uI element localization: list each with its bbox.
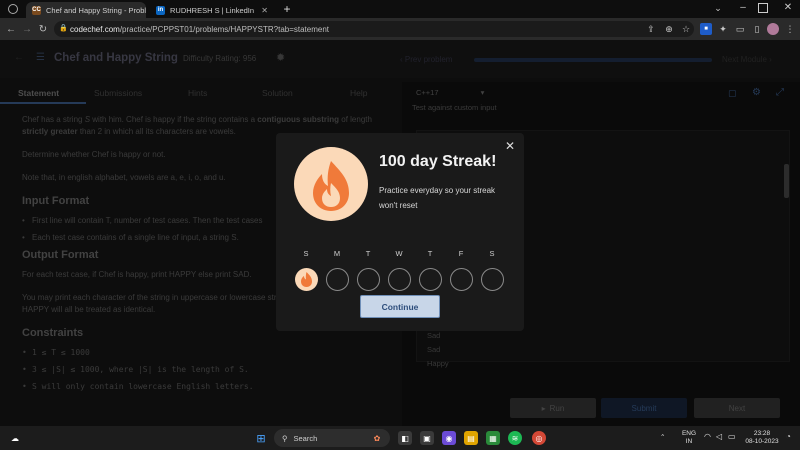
back-icon[interactable]: ←	[4, 22, 18, 36]
day-streak-circle	[481, 268, 504, 291]
flame-icon	[294, 147, 368, 221]
day-label: S	[303, 249, 309, 258]
search-icon: ⚲	[282, 433, 288, 443]
day-label: W	[395, 249, 403, 258]
tab-search-icon[interactable]	[8, 4, 18, 14]
streak-modal: ✕ 100 day Streak! Practice everyday so y…	[276, 133, 524, 331]
tab-list-icon[interactable]: ⌄	[712, 3, 724, 15]
battery-icon[interactable]: ▭	[728, 433, 736, 441]
browser-tab-bar: CC Chef and Happy String - Proble ✕ in R…	[0, 0, 800, 18]
codechef-favicon-icon: CC	[32, 5, 41, 15]
install-icon[interactable]: ⊕	[663, 23, 675, 35]
day-label: F	[458, 249, 464, 258]
tab-codechef[interactable]: CC Chef and Happy String - Proble ✕	[26, 2, 146, 18]
share-icon[interactable]: ⇪	[645, 23, 657, 35]
close-window-icon[interactable]: ✕	[782, 2, 794, 14]
day-streak-circle	[357, 268, 380, 291]
store-icon[interactable]: ▦	[486, 431, 500, 445]
modal-message: Practice everyday so your streak won't r…	[379, 186, 496, 210]
teams-chat-icon[interactable]: ◉	[442, 431, 456, 445]
menu-dots-icon[interactable]: ⋮	[784, 23, 796, 35]
close-icon[interactable]: ✕	[503, 139, 517, 153]
chrome-icon[interactable]: ◎	[532, 431, 546, 445]
sidebar-icon[interactable]: ▭	[734, 23, 746, 35]
day-label: M	[333, 249, 341, 258]
day-streak-circle-done	[295, 268, 318, 291]
tab-linkedin[interactable]: in RUDHRESH S | LinkedIn ✕	[150, 2, 274, 18]
flame-icon	[301, 272, 312, 287]
minimize-icon[interactable]: –	[737, 2, 749, 14]
file-explorer-icon[interactable]: ▤	[464, 431, 478, 445]
split-view-icon[interactable]: ▯	[751, 23, 763, 35]
tab-label: RUDHRESH S | LinkedIn	[170, 5, 255, 15]
windows-taskbar: ☁ ⊞ ⚲ Search ✿ ◧ ▣ ◉ ▤ ▦ ≋ ◎ ⌃ ENG IN ◠ ◁…	[0, 426, 800, 450]
wifi-icon[interactable]: ◠	[704, 433, 711, 441]
extension-icon[interactable]: ■	[700, 23, 712, 35]
maximize-icon[interactable]	[758, 3, 768, 13]
day-streak-circle	[388, 268, 411, 291]
day-label: T	[365, 249, 371, 258]
reload-icon[interactable]: ↻	[36, 22, 50, 36]
continue-button[interactable]: Continue	[360, 295, 440, 318]
notification-icon[interactable]: ◔	[786, 433, 791, 441]
search-highlight-icon: ✿	[373, 433, 381, 443]
language-indicator[interactable]: ENG IN	[680, 430, 698, 446]
url-host: codechef.com	[70, 24, 120, 34]
bookmark-star-icon[interactable]: ☆	[680, 23, 692, 35]
address-bar[interactable]: 🔒 codechef.com/practice/PCPPST01/problem…	[54, 21, 694, 37]
linkedin-favicon-icon: in	[156, 5, 165, 15]
new-tab-icon[interactable]: +	[280, 2, 294, 16]
tab-label: Chef and Happy String - Proble	[46, 5, 146, 15]
close-tab-icon[interactable]: ✕	[257, 6, 268, 15]
modal-title: 100 day Streak!	[379, 153, 497, 170]
profile-avatar[interactable]	[767, 23, 779, 35]
clock[interactable]: 23:28 08-10-2023	[742, 430, 782, 446]
day-streak-circle	[419, 268, 442, 291]
day-label: S	[489, 249, 495, 258]
day-streak-circle	[326, 268, 349, 291]
browser-toolbar: ← → ↻ 🔒 codechef.com/practice/PCPPST01/p…	[0, 18, 800, 40]
forward-icon[interactable]: →	[20, 22, 34, 36]
volume-icon[interactable]: ◁	[716, 433, 722, 441]
weather-widget-icon[interactable]: ☁	[8, 431, 22, 445]
windows-start-icon[interactable]: ⊞	[254, 431, 268, 445]
url-path: /practice/PCPPST01/problems/HAPPYSTR?tab…	[119, 24, 330, 34]
task-view-icon[interactable]: ▣	[420, 431, 434, 445]
widgets-icon[interactable]: ◧	[398, 431, 412, 445]
day-streak-circle	[450, 268, 473, 291]
extensions-puzzle-icon[interactable]: ✦	[717, 23, 729, 35]
tray-chevron-icon[interactable]: ⌃	[660, 434, 665, 442]
lock-icon: 🔒	[59, 25, 68, 32]
day-label: T	[427, 249, 433, 258]
spotify-icon[interactable]: ≋	[508, 431, 522, 445]
